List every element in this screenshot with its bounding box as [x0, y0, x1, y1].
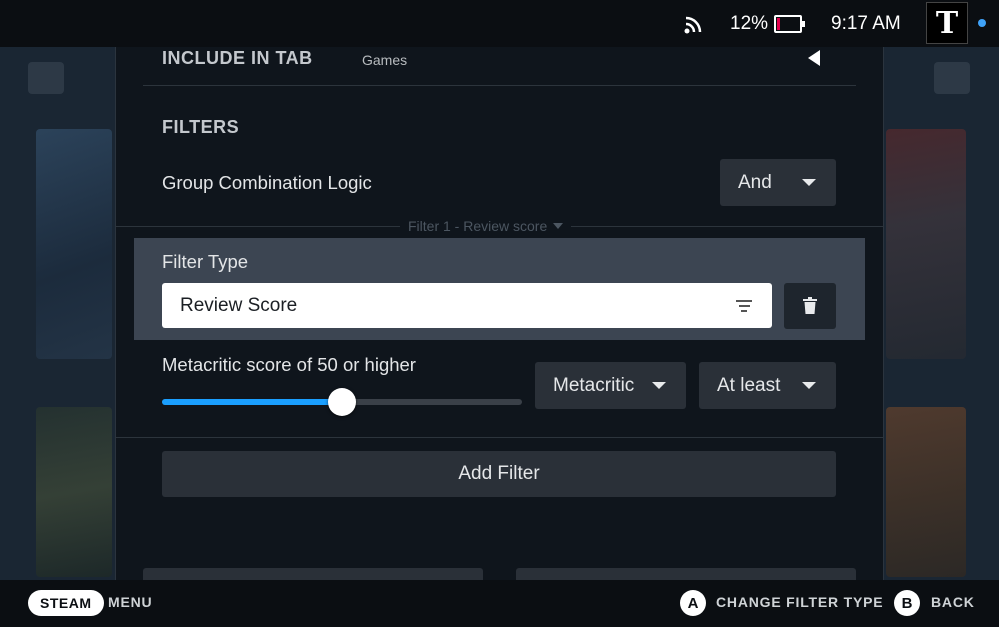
filter-type-label: Filter Type	[162, 251, 249, 272]
filter-1-label: Filter 1 - Review score	[408, 218, 548, 234]
trash-icon	[803, 297, 817, 314]
game-art-tile	[36, 407, 112, 577]
add-filter-button[interactable]: Add Filter	[162, 451, 836, 497]
a-button-icon: A	[680, 590, 706, 616]
score-source-dropdown[interactable]: Metacritic	[535, 362, 686, 409]
game-art-tile	[886, 407, 966, 577]
score-slider[interactable]	[162, 388, 522, 416]
filter-type-select[interactable]: Review Score	[162, 283, 772, 328]
steam-button[interactable]: STEAM	[28, 590, 104, 616]
group-logic-value: And	[738, 171, 772, 193]
chevron-down-icon	[802, 382, 816, 389]
score-slider-handle[interactable]	[328, 388, 356, 416]
back-hint[interactable]: BACK	[931, 594, 975, 610]
right-bumper-icon	[934, 62, 970, 94]
include-in-tab-title: INCLUDE IN TAB	[162, 48, 313, 68]
include-in-tab-value: Games	[362, 52, 408, 68]
change-filter-type-hint[interactable]: CHANGE FILTER TYPE	[716, 594, 883, 610]
filter-1-header[interactable]: Filter 1 - Review score	[400, 218, 572, 234]
game-art-tile	[36, 129, 112, 359]
left-bumper-icon	[28, 62, 64, 94]
filter-type-value: Review Score	[180, 294, 298, 316]
divider	[115, 437, 884, 438]
chevron-down-icon	[553, 223, 564, 229]
score-slider-fill	[162, 399, 342, 405]
wifi-icon	[683, 0, 705, 47]
group-logic-dropdown[interactable]: And	[720, 159, 836, 206]
score-threshold-label: Metacritic score of 50 or higher	[162, 354, 416, 375]
online-status-dot	[978, 19, 986, 27]
chevron-down-icon	[802, 179, 816, 186]
score-source-value: Metacritic	[553, 374, 635, 396]
chevron-down-icon	[652, 382, 666, 389]
divider	[143, 85, 856, 86]
clock: 9:17 AM	[831, 12, 901, 34]
group-combination-logic-label: Group Combination Logic	[162, 172, 372, 193]
filter-list-icon	[736, 300, 752, 312]
delete-filter-button[interactable]	[784, 283, 836, 329]
comparison-dropdown[interactable]: At least	[699, 362, 836, 409]
menu-label: MENU	[108, 594, 153, 610]
battery-percent: 12%	[730, 12, 769, 34]
collapse-arrow-icon[interactable]	[808, 50, 820, 66]
game-art-tile	[886, 129, 966, 359]
comparison-value: At least	[717, 374, 781, 396]
filters-title: FILTERS	[162, 117, 240, 137]
user-avatar[interactable]: T	[926, 2, 968, 44]
steam-deck-screen: 12% 9:17 AM T INCLUDE IN TAB Games FILTE…	[0, 0, 999, 627]
b-button-icon: B	[894, 590, 920, 616]
battery-icon	[774, 0, 806, 47]
